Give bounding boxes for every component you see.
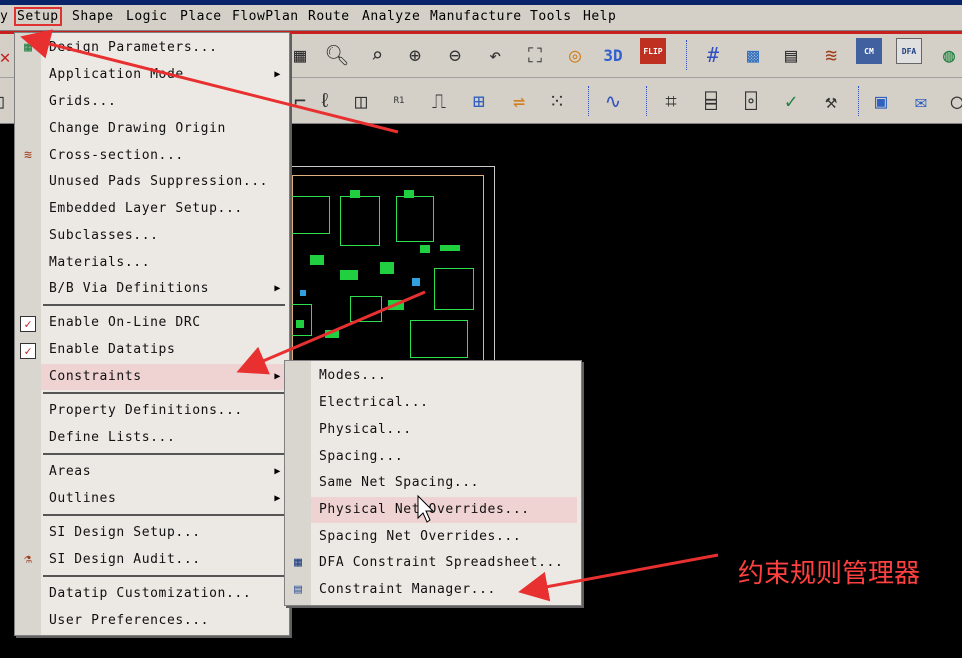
arrow-to-constraint-manager [518,553,719,602]
arrow-to-setup-menu [20,29,399,134]
mouse-cursor-icon [417,494,435,523]
annotation-label: 约束规则管理器 [738,559,921,589]
arrow-to-constraints [236,290,426,375]
